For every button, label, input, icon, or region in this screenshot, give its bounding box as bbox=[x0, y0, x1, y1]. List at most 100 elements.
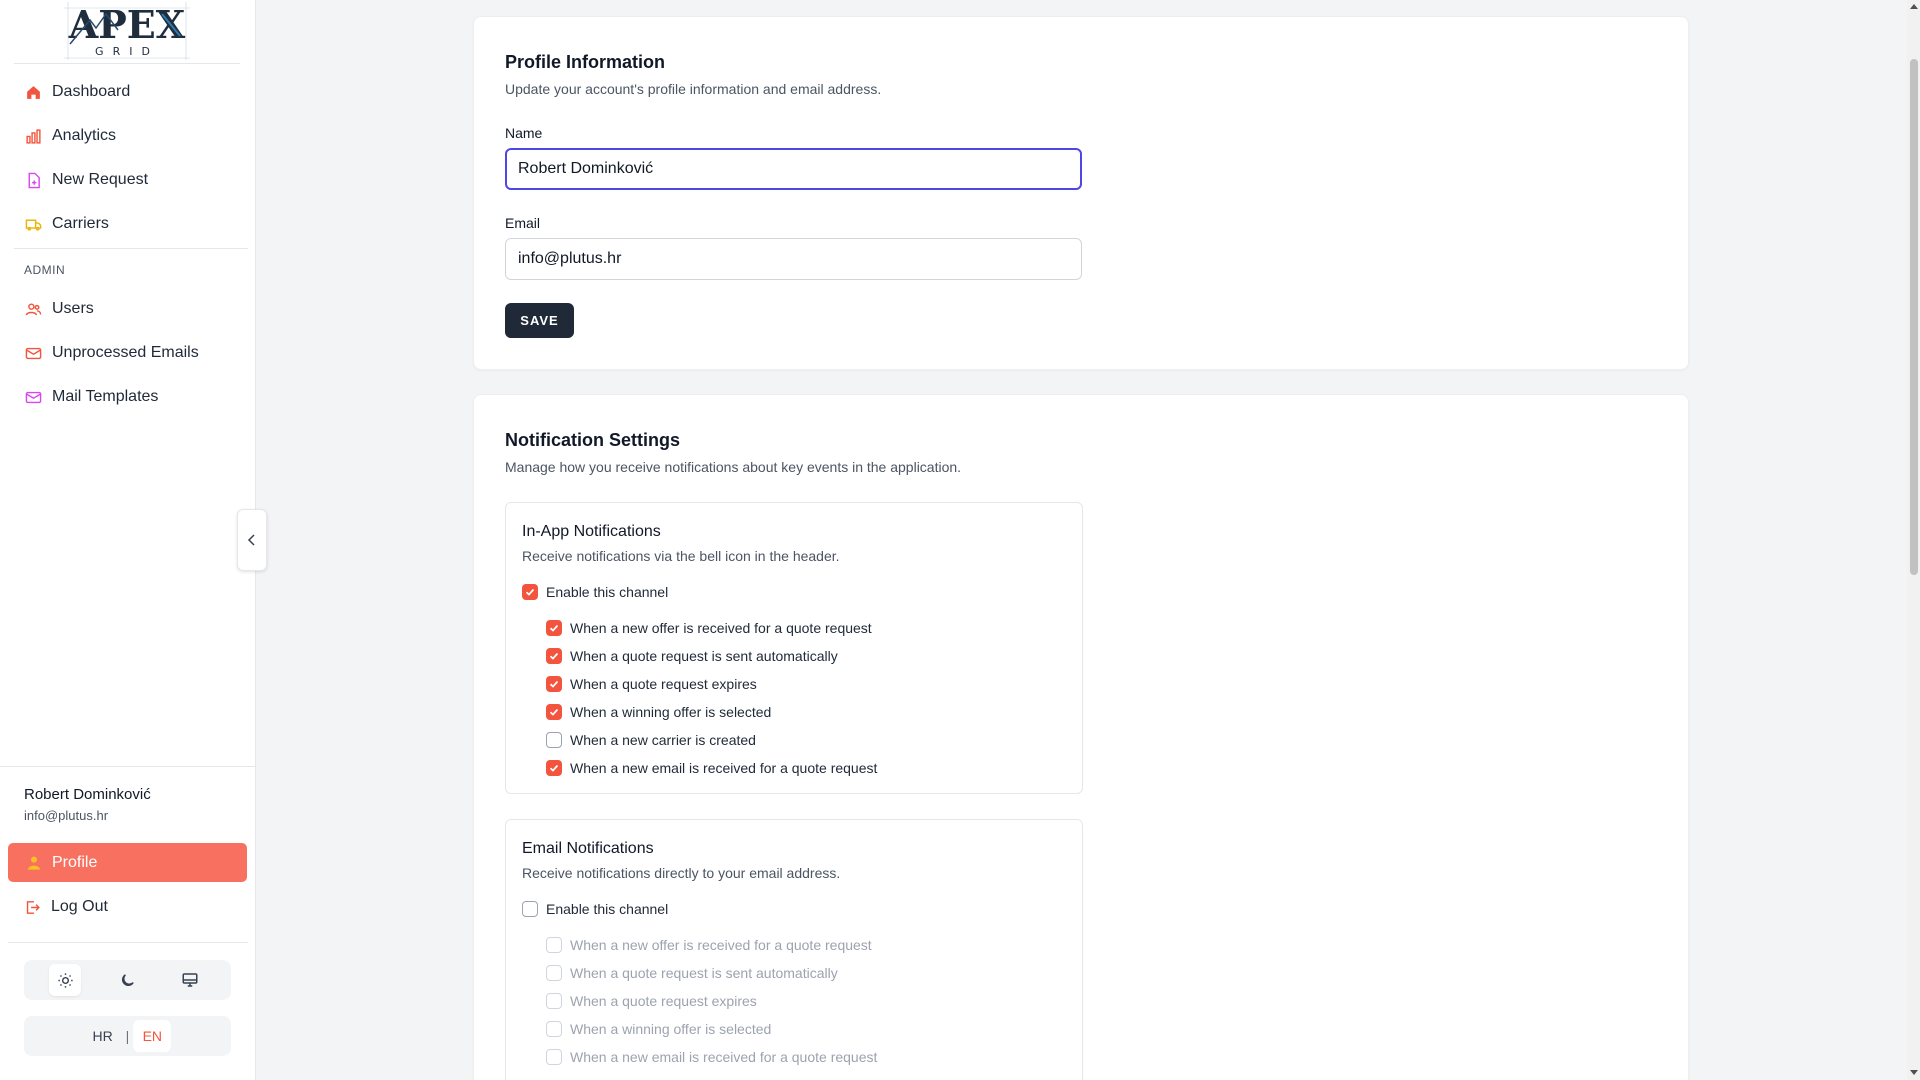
scroll-down-arrow-icon[interactable] bbox=[1910, 1070, 1918, 1075]
checkbox-checked-icon bbox=[546, 760, 562, 776]
sidebar-item-label: Carriers bbox=[52, 215, 109, 232]
logo-divider bbox=[14, 63, 240, 64]
email-event-checkbox[interactable]: When a quote request expires bbox=[546, 993, 757, 1009]
dark-theme-button[interactable] bbox=[111, 964, 143, 996]
email-input[interactable] bbox=[505, 238, 1082, 280]
page-scrollbar[interactable] bbox=[1907, 0, 1920, 1080]
checkbox-checked-icon bbox=[546, 704, 562, 720]
checkbox-unchecked-icon bbox=[546, 732, 562, 748]
checkbox-label: When a quote request is sent automatical… bbox=[570, 648, 838, 664]
checkbox-checked-icon bbox=[546, 620, 562, 636]
sidebar-item-users[interactable]: Users bbox=[14, 289, 244, 329]
users-icon bbox=[24, 300, 42, 318]
scrollbar-thumb[interactable] bbox=[1910, 59, 1918, 575]
logo-mark: APEX GRID bbox=[64, 2, 190, 60]
sun-icon bbox=[58, 972, 73, 988]
apex-grid-logo[interactable]: APEX GRID bbox=[62, 0, 192, 62]
logout-label: Log Out bbox=[51, 898, 108, 915]
user-email: info@plutus.hr bbox=[24, 808, 109, 823]
save-button[interactable]: SAVE bbox=[505, 303, 574, 338]
sidebar-item-profile[interactable]: Profile bbox=[8, 843, 247, 882]
in-app-notifications-panel: In-App Notifications Receive notificatio… bbox=[505, 502, 1083, 794]
checkbox-label: When a quote request is sent automatical… bbox=[570, 965, 838, 981]
profile-information-card: Profile Information Update your account'… bbox=[473, 16, 1689, 370]
checkbox-label: Enable this channel bbox=[546, 584, 669, 600]
admin-divider bbox=[14, 248, 248, 249]
checkbox-label: When a winning offer is selected bbox=[570, 704, 772, 720]
notification-settings-card: Notification Settings Manage how you rec… bbox=[473, 394, 1689, 1080]
user-icon bbox=[26, 855, 42, 871]
monitor-icon bbox=[182, 973, 198, 987]
checkbox-disabled-icon bbox=[546, 1021, 562, 1037]
sidebar-item-dashboard[interactable]: Dashboard bbox=[14, 72, 244, 112]
sidebar-item-unprocessed-emails[interactable]: Unprocessed Emails bbox=[14, 333, 244, 373]
in-app-enable-checkbox[interactable]: Enable this channel bbox=[522, 584, 668, 600]
profile-section-title: Profile Information bbox=[505, 52, 666, 72]
scroll-up-arrow-icon[interactable] bbox=[1910, 4, 1918, 9]
email-event-checkbox[interactable]: When a quote request is sent automatical… bbox=[546, 965, 838, 981]
sidebar-item-label: Users bbox=[52, 300, 94, 317]
admin-section-title: ADMIN bbox=[24, 263, 66, 277]
checkbox-label: When a new email is received for a quote… bbox=[570, 1049, 878, 1065]
checkbox-checked-icon bbox=[546, 676, 562, 692]
chevron-left-icon bbox=[247, 534, 255, 546]
checkbox-checked-icon bbox=[546, 648, 562, 664]
in-app-event-checkbox[interactable]: When a quote request is sent automatical… bbox=[546, 648, 838, 664]
sidebar-item-label: Mail Templates bbox=[52, 388, 159, 405]
email-notifications-panel: Email Notifications Receive notification… bbox=[505, 819, 1083, 1080]
sidebar-item-label: Unprocessed Emails bbox=[52, 344, 199, 361]
in-app-event-checkbox[interactable]: When a quote request expires bbox=[546, 676, 757, 692]
in-app-event-checkbox[interactable]: When a new carrier is created bbox=[546, 732, 756, 748]
channel-title: Email Notifications bbox=[522, 840, 654, 857]
in-app-event-checkbox[interactable]: When a new email is received for a quote… bbox=[546, 760, 877, 776]
checkbox-disabled-icon bbox=[546, 965, 562, 981]
in-app-event-checkbox[interactable]: When a winning offer is selected bbox=[546, 704, 771, 720]
moon-icon bbox=[121, 973, 134, 986]
email-enable-checkbox[interactable]: Enable this channel bbox=[522, 901, 668, 917]
profile-section-description: Update your account's profile informatio… bbox=[505, 81, 882, 97]
checkbox-label: When a new offer is received for a quote… bbox=[570, 620, 872, 636]
sidebar-item-label: Profile bbox=[52, 853, 98, 871]
logout-button[interactable]: Log Out bbox=[14, 887, 244, 927]
file-plus-icon bbox=[24, 171, 42, 189]
language-hr-button[interactable]: HR bbox=[84, 1020, 122, 1052]
language-switch: HR | EN bbox=[24, 1016, 231, 1056]
in-app-event-checkbox[interactable]: When a new offer is received for a quote… bbox=[546, 620, 872, 636]
sidebar-item-new-request[interactable]: New Request bbox=[14, 160, 244, 200]
sidebar: APEX GRID Dashboard Analytics New Reques… bbox=[0, 0, 256, 1080]
email-label: Email bbox=[505, 215, 541, 231]
checkbox-label: When a new carrier is created bbox=[570, 732, 756, 748]
language-en-button[interactable]: EN bbox=[133, 1020, 172, 1052]
channel-description: Receive notifications directly to your e… bbox=[522, 865, 841, 881]
channel-title: In-App Notifications bbox=[522, 523, 661, 540]
checkbox-disabled-icon bbox=[546, 993, 562, 1009]
checkbox-unchecked-icon bbox=[522, 901, 538, 917]
user-divider bbox=[0, 766, 256, 767]
email-event-checkbox[interactable]: When a new offer is received for a quote… bbox=[546, 937, 872, 953]
checkbox-label: When a new offer is received for a quote… bbox=[570, 937, 872, 953]
language-separator: | bbox=[125, 1028, 130, 1044]
theme-switch bbox=[24, 960, 231, 1000]
sidebar-item-carriers[interactable]: Carriers bbox=[14, 204, 244, 244]
checkbox-label: When a winning offer is selected bbox=[570, 1021, 772, 1037]
email-event-checkbox[interactable]: When a winning offer is selected bbox=[546, 1021, 771, 1037]
name-label: Name bbox=[505, 125, 543, 141]
name-input[interactable] bbox=[505, 148, 1082, 190]
notifications-section-title: Notification Settings bbox=[505, 430, 680, 450]
sidebar-item-analytics[interactable]: Analytics bbox=[14, 116, 244, 156]
checkbox-label: When a quote request expires bbox=[570, 676, 757, 692]
collapse-sidebar-button[interactable] bbox=[237, 509, 267, 571]
notifications-section-description: Manage how you receive notifications abo… bbox=[505, 459, 962, 475]
channel-description: Receive notifications via the bell icon … bbox=[522, 548, 840, 564]
light-theme-button[interactable] bbox=[49, 964, 82, 996]
email-event-checkbox[interactable]: When a new email is received for a quote… bbox=[546, 1049, 877, 1065]
truck-icon bbox=[24, 215, 42, 233]
mail-icon bbox=[24, 344, 42, 362]
checkbox-disabled-icon bbox=[546, 1049, 562, 1065]
home-icon bbox=[24, 83, 42, 101]
checkbox-label: When a new email is received for a quote… bbox=[570, 760, 878, 776]
sidebar-item-mail-templates[interactable]: Mail Templates bbox=[14, 377, 244, 417]
system-theme-button[interactable] bbox=[174, 964, 206, 996]
checkbox-label: Enable this channel bbox=[546, 901, 669, 917]
checkbox-disabled-icon bbox=[546, 937, 562, 953]
